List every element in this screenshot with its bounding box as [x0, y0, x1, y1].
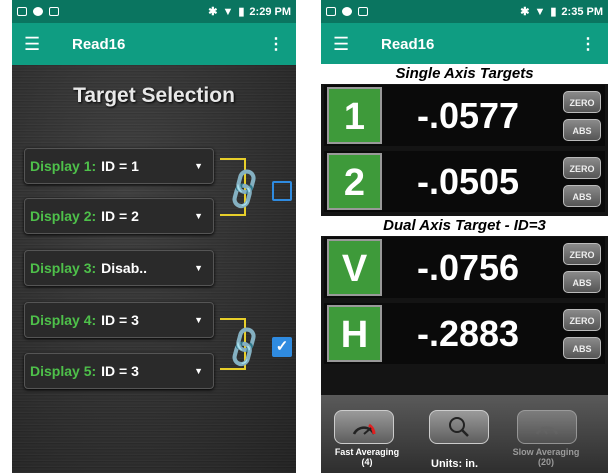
target-id-badge: V [327, 239, 382, 296]
slow-averaging-label: Slow Averaging (20) [501, 447, 591, 467]
display-label: Display 4: [30, 312, 97, 328]
slow-gauge-icon [535, 426, 559, 435]
hamburger-menu-icon[interactable]: ☰ [333, 34, 359, 55]
dropdown-arrow-icon: ▼ [194, 263, 203, 273]
readout-value: -.0756 [416, 247, 520, 288]
display-4-dropdown[interactable]: Display 4: ID = 3 ▼ [24, 302, 214, 338]
dropdown-arrow-icon: ▼ [194, 211, 203, 221]
circle-notification-icon [342, 7, 352, 16]
dropdown-arrow-icon: ▼ [194, 161, 203, 171]
dropdown-arrow-icon: ▼ [194, 315, 203, 325]
abs-button[interactable]: ABS [563, 337, 601, 359]
status-bar: ✱ ▼ ▮ 2:35 PM [321, 0, 608, 23]
readout-row-h: H -.2883 ZERO ABS [324, 303, 605, 364]
readout-value: -.0505 [416, 161, 520, 202]
app-title: Read16 [72, 35, 126, 53]
bluetooth-icon: ✱ [520, 6, 530, 18]
status-time: 2:35 PM [561, 5, 603, 18]
wifi-icon: ▼ [534, 5, 546, 18]
zero-button[interactable]: ZERO [563, 243, 601, 265]
display-label: Display 3: [30, 260, 97, 276]
units-label: Units: in. [431, 458, 479, 470]
window-notification-icon [49, 7, 59, 16]
display-label: Display 1: [30, 158, 97, 174]
zero-button[interactable]: ZERO [563, 91, 601, 113]
overflow-menu-icon[interactable]: ⋮ [580, 34, 596, 54]
gallery-notification-icon [17, 7, 27, 16]
hamburger-menu-icon[interactable]: ☰ [24, 34, 50, 55]
fast-averaging-count: (4) [361, 457, 373, 467]
display-label: Display 5: [30, 363, 97, 379]
status-bar: ✱ ▼ ▮ 2:29 PM [12, 0, 296, 23]
readout-screen: ✱ ▼ ▮ 2:35 PM ☰ Read16 ⋮ Single Axis Tar… [321, 0, 608, 473]
abs-button[interactable]: ABS [563, 119, 601, 141]
slow-averaging-count: (20) [537, 457, 554, 467]
dual-axis-header: Dual Axis Target - ID=3 [321, 216, 608, 236]
readout-row-v: V -.0756 ZERO ABS [324, 237, 605, 298]
display-value: Disab.. [101, 260, 148, 276]
page-title: Target Selection [73, 84, 235, 107]
link-checkbox-4-5[interactable]: ✓ [272, 337, 292, 357]
dropdown-arrow-icon: ▼ [194, 366, 203, 376]
wifi-icon: ▼ [222, 5, 234, 18]
target-id-badge: H [327, 305, 382, 362]
app-bar: ☰ Read16 ⋮ [321, 23, 608, 65]
app-title: Read16 [381, 35, 435, 53]
display-2-dropdown[interactable]: Display 2: ID = 2 ▼ [24, 198, 214, 234]
fast-averaging-button[interactable] [334, 410, 394, 444]
fast-averaging-label: Fast Averaging (4) [325, 447, 409, 467]
app-bar: ☰ Read16 ⋮ [12, 23, 296, 65]
slow-averaging-button[interactable] [517, 410, 577, 444]
display-5-dropdown[interactable]: Display 5: ID = 3 ▼ [24, 353, 214, 389]
zoom-button[interactable] [429, 410, 489, 444]
link-checkbox-1-2[interactable] [272, 181, 292, 201]
readout-row-2: 2 -.0505 ZERO ABS [324, 151, 605, 212]
window-notification-icon [358, 7, 368, 16]
battery-icon: ▮ [238, 6, 245, 18]
readout-value: -.2883 [416, 313, 520, 354]
display-value: ID = 3 [101, 312, 139, 328]
readout-value: -.0577 [416, 95, 520, 136]
circle-notification-icon [33, 7, 43, 16]
slow-averaging-text: Slow Averaging [512, 447, 580, 457]
display-value: ID = 1 [101, 158, 139, 174]
bluetooth-icon: ✱ [208, 6, 218, 18]
display-label: Display 2: [30, 208, 97, 224]
overflow-menu-icon[interactable]: ⋮ [268, 34, 284, 54]
magnifier-icon [449, 417, 469, 437]
display-value: ID = 3 [101, 363, 139, 379]
readout-row-1: 1 -.0577 ZERO ABS [324, 85, 605, 146]
target-id-badge: 1 [327, 87, 382, 144]
abs-button[interactable]: ABS [563, 271, 601, 293]
display-3-dropdown[interactable]: Display 3: Disab.. ▼ [24, 250, 214, 286]
battery-icon: ▮ [550, 6, 557, 18]
status-time: 2:29 PM [249, 5, 291, 18]
single-axis-header: Single Axis Targets [321, 64, 608, 84]
abs-button[interactable]: ABS [563, 185, 601, 207]
fast-averaging-text: Fast Averaging [334, 447, 400, 457]
target-id-badge: 2 [327, 153, 382, 210]
display-1-dropdown[interactable]: Display 1: ID = 1 ▼ [24, 148, 214, 184]
gallery-notification-icon [326, 7, 336, 16]
zero-button[interactable]: ZERO [563, 157, 601, 179]
fast-gauge-icon [352, 423, 376, 435]
zero-button[interactable]: ZERO [563, 309, 601, 331]
target-selection-screen: ✱ ▼ ▮ 2:29 PM ☰ Read16 ⋮ Target Selectio… [12, 0, 296, 473]
display-value: ID = 2 [101, 208, 139, 224]
